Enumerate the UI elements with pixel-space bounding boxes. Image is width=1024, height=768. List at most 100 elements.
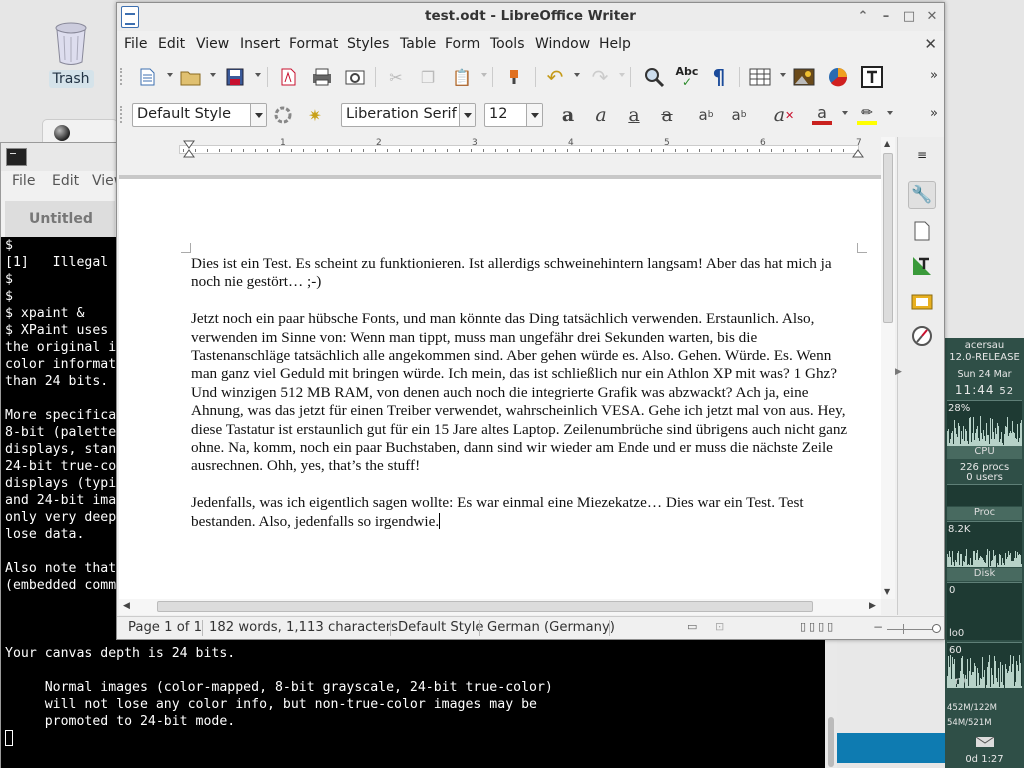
scroll-up-icon[interactable]: ▲ — [884, 139, 890, 148]
close-document-button[interactable]: ✕ — [924, 35, 937, 53]
gallery-icon[interactable] — [908, 287, 936, 315]
properties-wrench-icon[interactable]: 🔧 — [908, 181, 936, 209]
print-icon[interactable] — [309, 64, 335, 90]
clone-formatting-icon[interactable] — [501, 64, 527, 90]
paragraph-style-combo[interactable]: Default Style — [132, 103, 267, 127]
menu-insert[interactable]: Insert — [240, 36, 280, 52]
zoom-out-icon[interactable]: − — [873, 620, 883, 634]
undo-dropdown-icon[interactable] — [574, 73, 580, 77]
maximize-button[interactable]: □ — [900, 8, 918, 26]
open-dropdown-icon[interactable] — [210, 73, 216, 77]
sidebar-menu-icon[interactable]: ≡ — [908, 141, 936, 169]
vertical-scroll-thumb[interactable] — [883, 153, 893, 323]
menu-window[interactable]: Window — [535, 36, 590, 52]
cut-icon[interactable]: ✂ — [383, 64, 409, 90]
zoom-slider-handle[interactable] — [932, 624, 941, 633]
table-dropdown-icon[interactable] — [780, 73, 786, 77]
underline-icon[interactable]: a — [621, 102, 647, 128]
print-preview-icon[interactable] — [342, 64, 368, 90]
toolbar-overflow-icon[interactable]: » — [930, 106, 938, 121]
right-indent-marker-icon[interactable] — [852, 140, 864, 158]
new-document-icon[interactable] — [134, 64, 160, 90]
menu-table[interactable]: Table — [400, 36, 436, 52]
italic-icon[interactable]: a — [588, 102, 614, 128]
toolbar-overflow-icon[interactable]: » — [930, 68, 938, 83]
navigator-icon[interactable] — [908, 322, 936, 350]
menu-file[interactable]: File — [124, 36, 147, 52]
paragraph[interactable]: Jetzt noch ein paar hübsche Fonts, und m… — [191, 310, 853, 476]
save-icon[interactable] — [222, 64, 248, 90]
menu-format[interactable]: Format — [289, 36, 338, 52]
paste-dropdown-icon[interactable] — [481, 73, 487, 77]
redo-icon[interactable]: ↷ — [587, 64, 613, 90]
terminal-scroll-thumb[interactable] — [828, 717, 834, 767]
update-style-icon[interactable] — [270, 102, 296, 128]
insert-textbox-icon[interactable] — [859, 64, 885, 90]
strikethrough-icon[interactable]: a — [654, 102, 680, 128]
indent-marker-icon[interactable] — [183, 140, 195, 158]
status-language[interactable]: German (Germany) — [487, 620, 615, 635]
font-color-icon[interactable]: a — [809, 102, 835, 128]
bold-icon[interactable]: a — [555, 102, 581, 128]
open-folder-icon[interactable] — [178, 64, 204, 90]
menu-help[interactable]: Help — [599, 36, 631, 52]
save-dropdown-icon[interactable] — [255, 73, 261, 77]
vertical-scrollbar[interactable]: ▲ ▼ — [881, 137, 895, 599]
clear-formatting-icon[interactable]: a ✕ — [771, 102, 797, 128]
find-replace-icon[interactable] — [641, 64, 667, 90]
status-word-count[interactable]: 182 words, 1,113 characters — [209, 620, 398, 635]
paste-icon[interactable]: 📋 — [449, 64, 475, 90]
terminal-menu-edit[interactable]: Edit — [52, 173, 79, 189]
font-name-dropdown[interactable] — [459, 104, 475, 126]
new-style-icon[interactable]: ✷ — [302, 102, 328, 128]
document-page[interactable]: Dies ist ein Test. Es scheint zu funktio… — [119, 179, 881, 599]
redo-dropdown-icon[interactable] — [619, 73, 625, 77]
toolbar-grip[interactable] — [120, 68, 125, 85]
horizontal-scrollbar[interactable]: ◀ ▶ — [119, 599, 881, 615]
new-dropdown-icon[interactable] — [167, 73, 173, 77]
scroll-right-icon[interactable]: ▶ — [869, 601, 876, 611]
font-size-dropdown[interactable] — [526, 104, 542, 126]
horizontal-ruler[interactable]: 1234567 — [121, 137, 881, 159]
view-layout-icons[interactable]: ▯▯▯▯ — [800, 620, 836, 633]
menu-tools[interactable]: Tools — [490, 36, 525, 52]
paragraph[interactable]: Jedenfalls, was ich eigentlich sagen wol… — [191, 494, 853, 531]
writer-titlebar[interactable]: test.odt - LibreOffice Writer ⌃ – □ ✕ — [117, 3, 944, 31]
copy-icon[interactable]: ❐ — [415, 64, 441, 90]
insert-image-icon[interactable] — [791, 64, 817, 90]
insert-table-icon[interactable] — [747, 64, 773, 90]
sidebar-collapse-icon[interactable]: ▶ — [895, 367, 902, 377]
status-page[interactable]: Page 1 of 1 — [128, 620, 202, 635]
horizontal-scroll-thumb[interactable] — [157, 601, 813, 612]
terminal-tab[interactable]: Untitled — [5, 201, 115, 239]
status-page-style[interactable]: Default Style — [398, 620, 484, 635]
trash-desktop-icon[interactable]: Trash — [44, 22, 98, 96]
paragraph[interactable]: Dies ist ein Test. Es scheint zu funktio… — [191, 255, 853, 292]
undo-icon[interactable]: ↶ — [542, 64, 568, 90]
minimize-button[interactable]: – — [877, 8, 895, 26]
export-pdf-icon[interactable] — [275, 64, 301, 90]
scroll-down-icon[interactable]: ▼ — [884, 587, 890, 596]
document-modified-icon[interactable]: ⊡ — [715, 620, 724, 633]
paragraph-style-dropdown[interactable] — [250, 104, 266, 126]
shade-button[interactable]: ⌃ — [854, 8, 872, 26]
spelling-icon[interactable]: Abc ✓ — [674, 64, 700, 90]
menu-edit[interactable]: Edit — [158, 36, 185, 52]
superscript-icon[interactable]: ab — [693, 102, 719, 128]
font-color-dropdown[interactable] — [842, 111, 848, 115]
subscript-icon[interactable]: ab — [726, 102, 752, 128]
menu-view[interactable]: View — [196, 36, 229, 52]
document-body[interactable]: Dies ist ein Test. Es scheint zu funktio… — [191, 255, 853, 549]
menu-form[interactable]: Form — [445, 36, 480, 52]
scroll-left-icon[interactable]: ◀ — [123, 601, 130, 611]
insert-mode-icon[interactable]: ▭ — [687, 620, 697, 633]
toolbar-grip[interactable] — [120, 106, 125, 123]
font-size-combo[interactable]: 12 — [484, 103, 543, 127]
insert-chart-icon[interactable] — [825, 64, 851, 90]
highlight-dropdown[interactable] — [887, 111, 893, 115]
close-window-button[interactable]: ✕ — [923, 8, 941, 26]
terminal-menu-file[interactable]: File — [12, 173, 35, 189]
formatting-marks-icon[interactable]: ¶ — [706, 64, 732, 90]
menu-styles[interactable]: Styles — [347, 36, 389, 52]
zoom-slider[interactable] — [887, 629, 935, 630]
